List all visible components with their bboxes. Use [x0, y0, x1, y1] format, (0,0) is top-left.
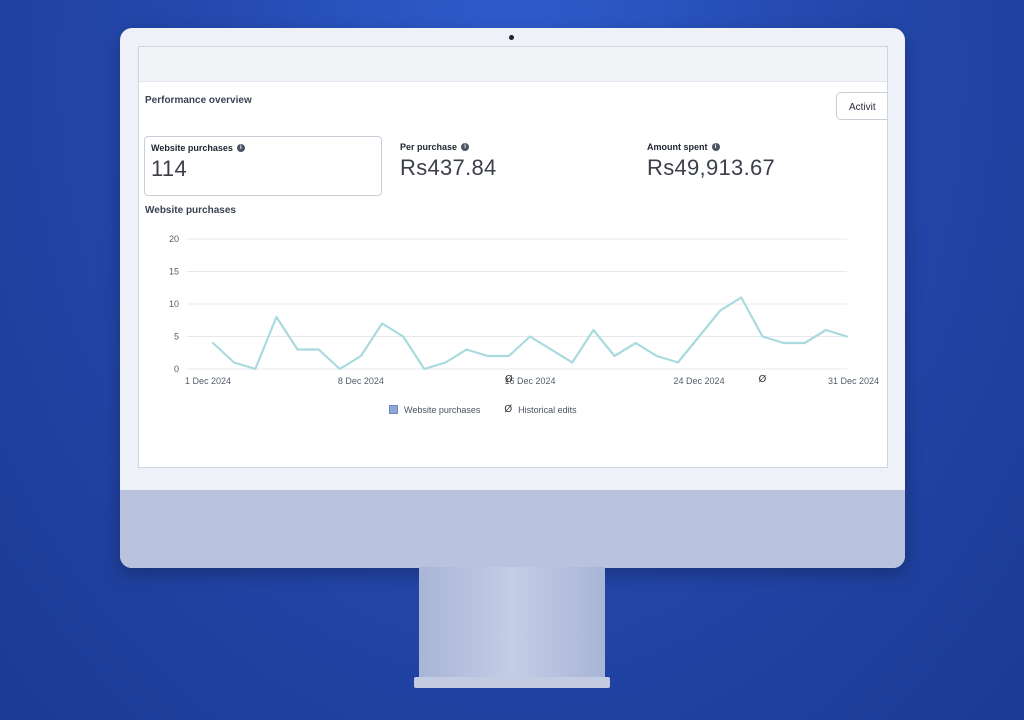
data-point [825, 329, 827, 331]
data-point [233, 361, 235, 363]
metric-website-purchases[interactable]: Website purchases i 114 [144, 136, 382, 196]
metric-value: 114 [151, 156, 187, 181]
data-point [761, 335, 763, 337]
edit-icon: Ø [504, 404, 513, 415]
data-point [846, 335, 848, 337]
data-point [634, 342, 636, 344]
data-point [423, 368, 425, 370]
data-point [677, 361, 679, 363]
monitor-chin [120, 490, 905, 568]
series-line-website-purchases [211, 296, 849, 371]
legend-swatch [389, 405, 398, 414]
x-tick-label: 24 Dec 2024 [674, 376, 725, 386]
data-point [444, 361, 446, 363]
legend-item-historical-edits[interactable]: Ø Historical edits [504, 404, 576, 415]
data-point [296, 348, 298, 350]
data-point [212, 342, 214, 344]
data-point [254, 368, 256, 370]
data-point [656, 355, 658, 357]
data-point [508, 355, 510, 357]
edit-icon: Ø [505, 373, 513, 385]
metric-per-purchase[interactable]: Per purchase i Rs437.84 [400, 142, 497, 181]
screen: Performance overview Activit Website pur… [138, 46, 888, 468]
info-icon[interactable]: i [711, 143, 720, 151]
data-point [804, 342, 806, 344]
data-point [740, 296, 742, 298]
data-point [465, 348, 467, 350]
data-point [317, 348, 319, 350]
activity-button[interactable]: Activit [836, 92, 887, 120]
edit-icon: Ø [759, 373, 767, 385]
monitor-stand-base [414, 677, 610, 688]
data-point [592, 329, 594, 331]
chart-legend: Website purchases Ø Historical edits [389, 404, 577, 415]
monitor: Performance overview Activit Website pur… [120, 28, 905, 568]
info-icon[interactable]: i [461, 143, 470, 151]
x-tick-label: 1 Dec 2024 [185, 376, 231, 386]
data-point [402, 335, 404, 337]
website-purchases-chart: 051015201 Dec 2024 8 Dec 2024 16 Dec 2024 2… [169, 234, 879, 386]
legend-label: Website purchases [404, 404, 481, 415]
camera [509, 35, 514, 40]
data-point [339, 368, 341, 370]
monitor-stand [419, 567, 605, 679]
data-point [719, 309, 721, 311]
chart-title: Website purchases [145, 205, 236, 216]
data-point [360, 355, 362, 357]
data-point [613, 355, 615, 357]
data-point [275, 316, 277, 318]
legend-item-website-purchases[interactable]: Website purchases [389, 405, 480, 415]
data-point [698, 335, 700, 337]
y-tick-label: 20 [169, 234, 179, 244]
page-title: Performance overview [145, 95, 252, 106]
data-point [571, 361, 573, 363]
data-point [381, 322, 383, 324]
legend-label: Historical edits [518, 404, 577, 415]
data-point [550, 348, 552, 350]
y-tick-label: 5 [174, 332, 179, 342]
data-point [529, 335, 531, 337]
metric-label: Per purchase [400, 142, 458, 152]
info-icon[interactable]: i [236, 144, 245, 152]
x-tick-label: 8 Dec 2024 [338, 376, 384, 386]
y-tick-label: 10 [169, 299, 179, 309]
data-point [487, 355, 489, 357]
metric-label: Website purchases [151, 143, 233, 153]
y-tick-label: 15 [169, 267, 179, 277]
metric-amount-spent[interactable]: Amount spent i Rs49,913.67 [647, 142, 775, 181]
top-bar [139, 47, 887, 82]
metric-label: Amount spent [647, 142, 708, 152]
metric-value: Rs437.84 [400, 155, 497, 180]
data-point [782, 342, 784, 344]
metric-value: Rs49,913.67 [647, 155, 776, 180]
x-tick-label: 31 Dec 2024 [828, 376, 879, 386]
y-tick-label: 0 [174, 364, 179, 374]
